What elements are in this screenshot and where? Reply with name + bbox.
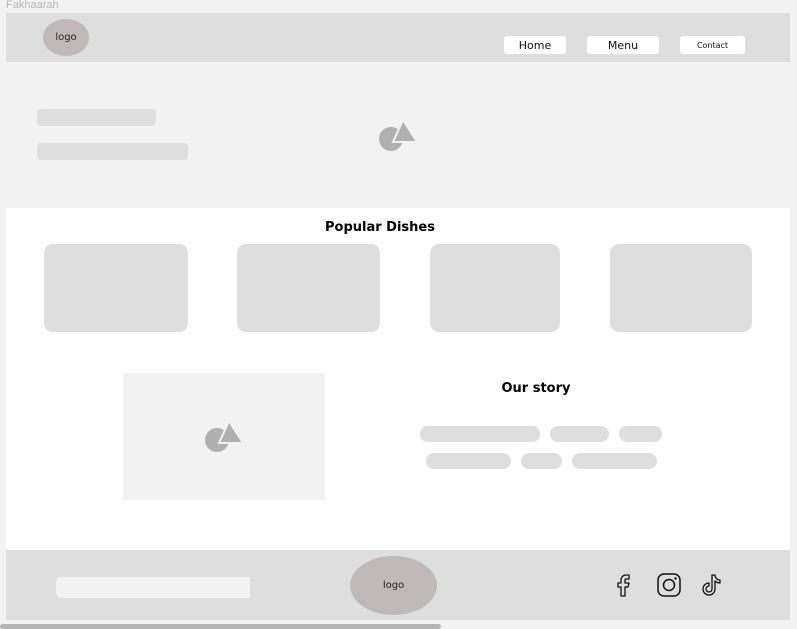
horizontal-scrollbar[interactable]: [0, 624, 441, 629]
story-text-placeholder: [420, 426, 540, 442]
popular-dishes-title: Popular Dishes: [325, 220, 435, 235]
footer-text-placeholder: [56, 577, 250, 598]
header-logo-label: logo: [55, 32, 77, 43]
header-logo[interactable]: logo: [43, 19, 89, 56]
story-text-placeholder: [521, 453, 562, 469]
story-text-placeholder: [619, 426, 662, 442]
story-text-placeholder: [426, 453, 511, 469]
footer-logo[interactable]: logo: [350, 556, 437, 615]
image-placeholder-icon: [379, 118, 418, 151]
hero-subline-placeholder: [37, 143, 188, 160]
footer-logo-label: logo: [382, 580, 405, 591]
facebook-icon[interactable]: [612, 572, 638, 598]
dish-card[interactable]: [237, 244, 380, 332]
story-image: [123, 373, 325, 500]
our-story-title: Our story: [501, 381, 571, 396]
nav-home-button[interactable]: Home: [504, 36, 566, 54]
nav-menu-button[interactable]: Menu: [587, 36, 659, 54]
footer: logo: [6, 550, 790, 620]
nav-contact-button[interactable]: Contact: [680, 36, 745, 54]
frame-title: Fakhaarah: [6, 0, 59, 11]
image-placeholder-icon: [205, 419, 244, 452]
tiktok-icon[interactable]: [698, 572, 724, 598]
story-text-placeholder: [572, 453, 657, 469]
story-text-placeholder: [550, 426, 609, 442]
dish-card[interactable]: [430, 244, 560, 332]
header: logo Home Menu Contact: [6, 13, 790, 62]
instagram-icon[interactable]: [656, 572, 682, 598]
hero-headline-placeholder: [37, 109, 156, 126]
hero-banner: [6, 62, 790, 208]
page-frame: logo Home Menu Contact Popular Dishes Ou…: [6, 13, 790, 620]
dish-card[interactable]: [610, 244, 752, 332]
dish-card[interactable]: [44, 244, 188, 332]
